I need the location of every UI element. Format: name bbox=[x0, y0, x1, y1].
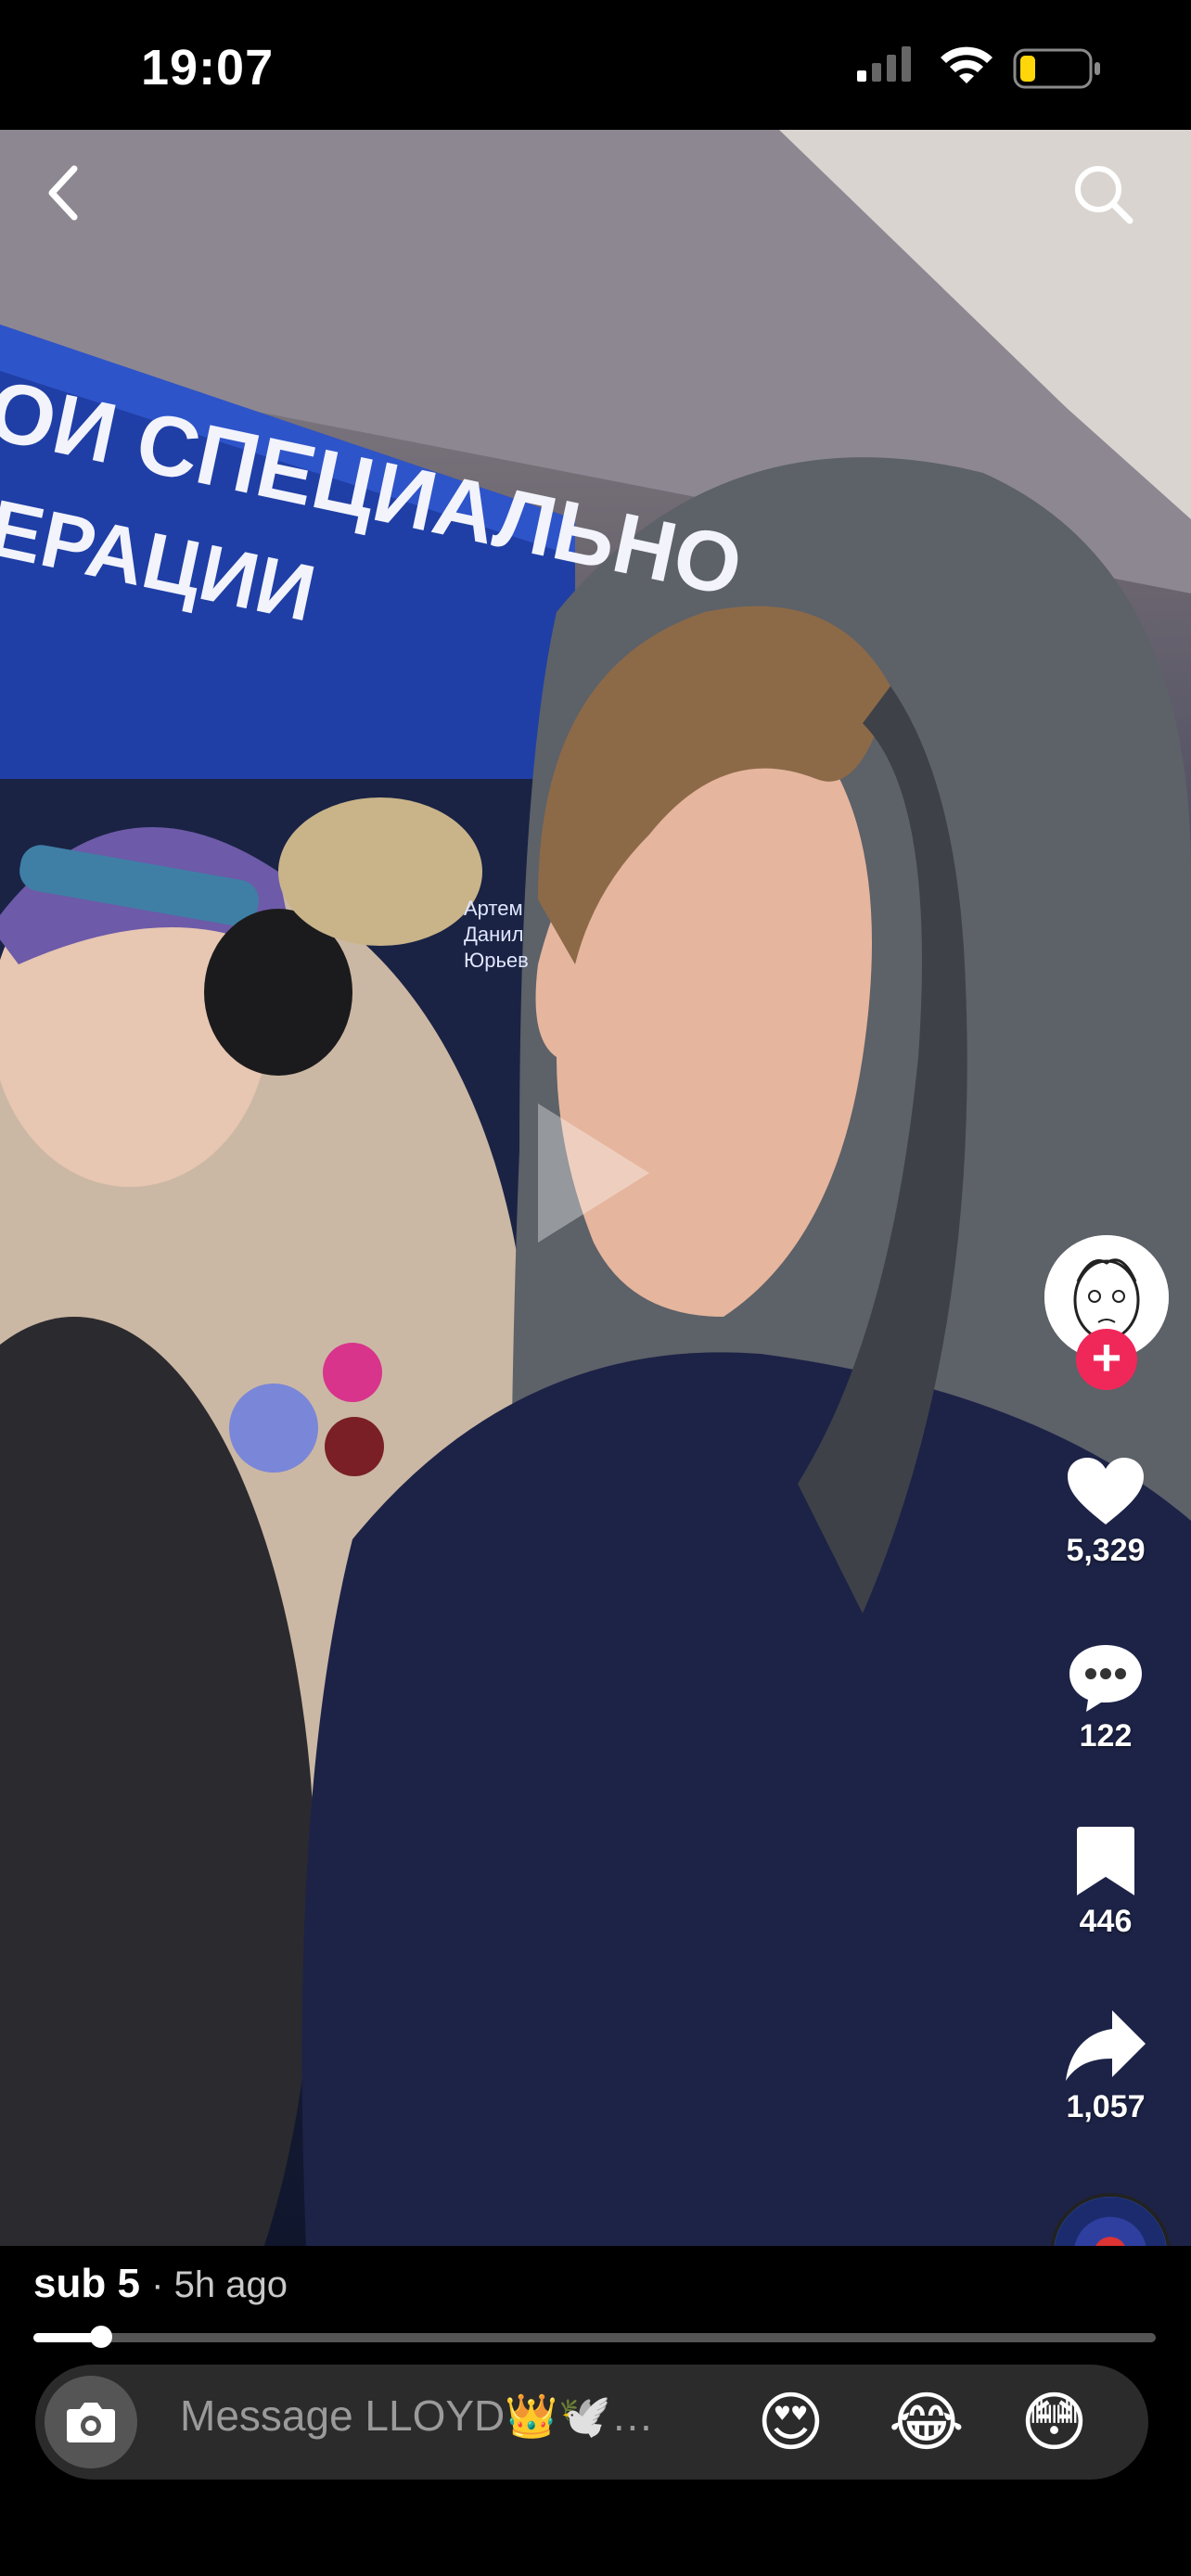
back-chevron-icon[interactable] bbox=[35, 156, 91, 230]
like-count: 5,329 bbox=[1066, 1533, 1146, 1568]
wifi-icon bbox=[941, 46, 992, 83]
heart-icon bbox=[1068, 1458, 1144, 1524]
comment-icon bbox=[1069, 1645, 1142, 1712]
video-progress-bar[interactable] bbox=[33, 2326, 1156, 2348]
camera-icon bbox=[67, 2403, 115, 2442]
sign-name-1: Артем bbox=[464, 897, 523, 920]
bookmark-count: 446 bbox=[1079, 1904, 1133, 1939]
sign-name-2: Данил bbox=[464, 923, 524, 946]
share-icon bbox=[1066, 2010, 1146, 2081]
progress-knob[interactable] bbox=[89, 2326, 112, 2348]
share-button[interactable]: 1,057 bbox=[1041, 2007, 1171, 2125]
emoji-flushed[interactable]: 😳 bbox=[1020, 2383, 1088, 2461]
sign-names: Артем Данил Юрьев bbox=[464, 896, 529, 974]
emoji-tears-of-joy[interactable]: 😂 bbox=[889, 2383, 965, 2461]
clock: 19:07 bbox=[141, 40, 275, 96]
camera-button[interactable] bbox=[45, 2376, 137, 2468]
caption-title[interactable]: sub 5 bbox=[33, 2261, 140, 2306]
battery-icon bbox=[1013, 48, 1100, 89]
emoji-heart-eyes[interactable]: 😍 bbox=[757, 2383, 825, 2461]
message-bar: Message LLOYD👑🕊️… 😍 😂 😳 bbox=[35, 2365, 1148, 2480]
bookmark-icon bbox=[1077, 1827, 1134, 1895]
follow-plus-button[interactable]: + bbox=[1076, 1329, 1137, 1390]
search-icon[interactable] bbox=[1067, 158, 1141, 232]
comment-count: 122 bbox=[1079, 1718, 1133, 1753]
video-caption: sub 5 · 5h ago bbox=[33, 2261, 288, 2307]
cellular-signal-icon bbox=[857, 46, 911, 82]
sign-name-3: Юрьев bbox=[464, 949, 529, 972]
message-input[interactable]: Message LLOYD👑🕊️… bbox=[180, 2391, 736, 2442]
caption-time: · 5h ago bbox=[151, 2264, 288, 2305]
share-count: 1,057 bbox=[1066, 2089, 1146, 2124]
play-icon[interactable] bbox=[529, 1094, 659, 1252]
comment-button[interactable]: 122 bbox=[1041, 1639, 1171, 1754]
status-bar: 19:07 bbox=[0, 0, 1191, 130]
like-button[interactable]: 5,329 bbox=[1041, 1454, 1171, 1569]
bookmark-button[interactable]: 446 bbox=[1041, 1823, 1171, 1940]
